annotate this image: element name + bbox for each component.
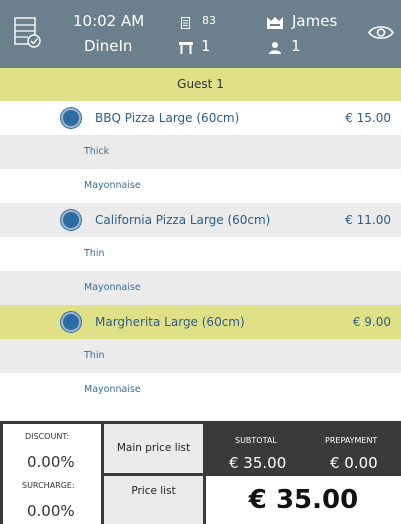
order-item-list: BBQ Pizza Large (60cm) € 15.00 Thick May…	[0, 101, 401, 421]
item-modifier-row[interactable]: Mayonnaise	[0, 271, 401, 305]
item-price: € 15.00	[345, 111, 391, 125]
guest-header[interactable]: Guest 1	[0, 68, 401, 101]
guest-label: Guest 1	[177, 77, 224, 91]
totals-panel: SUBTOTAL € 35.00 PREPAYMENT € 0.00	[206, 424, 401, 476]
crown-icon	[267, 14, 283, 29]
order-number: 83	[202, 14, 216, 27]
item-status-dot	[61, 210, 81, 230]
order-footer: DISCOUNT: 0.00% SURCHARGE: 0.00% Main pr…	[0, 421, 401, 524]
person-icon	[269, 39, 281, 54]
eye-icon[interactable]	[368, 24, 394, 41]
surcharge-value: 0.00%	[27, 502, 75, 520]
grand-total: € 35.00	[206, 476, 401, 524]
main-price-list-label: Main price list	[116, 442, 191, 454]
item-price: € 9.00	[352, 315, 391, 329]
prepayment-label: PREPAYMENT	[325, 436, 378, 445]
item-modifier-row[interactable]: Mayonnaise	[0, 373, 401, 407]
discount-label: DISCOUNT:	[25, 432, 70, 441]
order-item-selected[interactable]: Margherita Large (60cm) € 9.00	[0, 305, 401, 339]
order-time: 10:02 AM	[73, 12, 145, 30]
order-list-icon[interactable]	[14, 17, 42, 49]
item-name: Margherita Large (60cm)	[95, 315, 245, 329]
item-price: € 11.00	[345, 213, 391, 227]
item-modifier-row[interactable]: Thin	[0, 339, 401, 373]
discount-surcharge-panel[interactable]: DISCOUNT: 0.00% SURCHARGE: 0.00%	[3, 424, 101, 524]
receipt-icon	[181, 14, 190, 29]
order-type: DineIn	[84, 37, 133, 55]
discount-value: 0.00%	[27, 453, 75, 471]
order-header: 10:02 AM DineIn 83 1 James 1	[0, 0, 401, 68]
subtotal-label: SUBTOTAL	[235, 436, 277, 445]
order-item[interactable]: California Pizza Large (60cm) € 11.00	[0, 203, 401, 237]
waiter-name: James	[292, 12, 338, 30]
item-modifier: Mayonnaise	[84, 384, 141, 395]
item-modifier-row[interactable]: Mayonnaise	[0, 169, 401, 203]
subtotal-value: € 35.00	[229, 454, 287, 472]
price-list-button[interactable]: Price list	[104, 476, 203, 524]
price-list-label: Price list	[131, 485, 176, 497]
item-modifier-row[interactable]: Thin	[0, 237, 401, 271]
item-modifier: Thick	[84, 146, 110, 157]
order-item[interactable]: BBQ Pizza Large (60cm) € 15.00	[0, 101, 401, 135]
item-name: BBQ Pizza Large (60cm)	[95, 111, 240, 125]
surcharge-label: SURCHARGE:	[22, 481, 75, 490]
item-name: California Pizza Large (60cm)	[95, 213, 271, 227]
table-number: 1	[201, 37, 211, 55]
prepayment-value: € 0.00	[330, 454, 378, 472]
item-modifier: Mayonnaise	[84, 180, 141, 191]
table-icon	[179, 39, 193, 54]
guest-count: 1	[291, 37, 301, 55]
item-modifier: Thin	[84, 350, 105, 361]
item-modifier: Thin	[84, 248, 105, 259]
main-price-list-button[interactable]: Main price list	[104, 424, 203, 473]
item-modifier-row[interactable]: Thick	[0, 135, 401, 169]
grand-total-value: € 35.00	[248, 485, 359, 515]
item-status-dot	[61, 312, 81, 332]
item-status-dot	[61, 108, 81, 128]
item-modifier: Mayonnaise	[84, 282, 141, 293]
